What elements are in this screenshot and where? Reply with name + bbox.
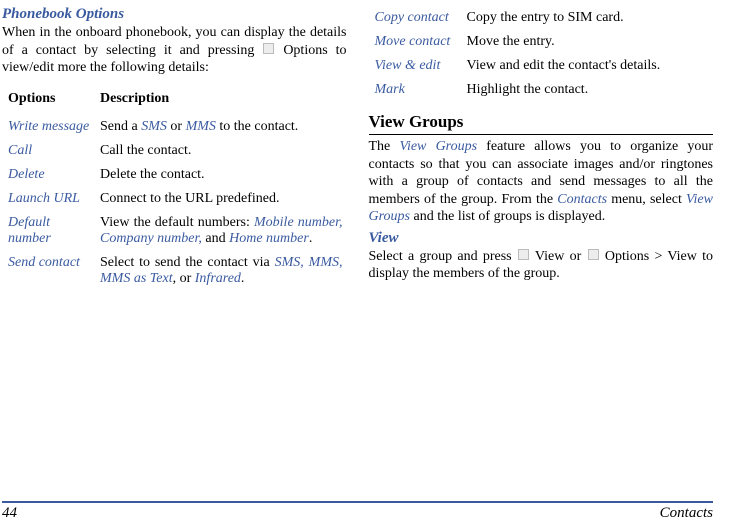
para-text: menu, select (607, 192, 686, 207)
page-footer: 44 Contacts (2, 501, 713, 522)
heading-rule (369, 134, 714, 135)
para-text: and the list of groups is displayed. (410, 209, 605, 224)
softkey-icon (518, 249, 529, 260)
option-label: Mark (375, 82, 405, 97)
th-description: Description (94, 87, 347, 115)
page-number: 44 (2, 505, 17, 522)
table-row: Copy contact Copy the entry to SIM card. (369, 6, 714, 30)
table-row: View & edit View and edit the contact's … (369, 54, 714, 78)
view-text-mid: View or (530, 249, 587, 264)
table-row: Delete Delete the contact. (2, 163, 347, 187)
link-text: View Groups (399, 139, 477, 154)
view-subheading: View (369, 230, 714, 247)
option-label: Delete (8, 167, 45, 182)
desc-text: to the contact. (216, 119, 298, 134)
desc-text: View and edit the contact's details. (461, 54, 714, 78)
desc-text: Call the contact. (94, 139, 347, 163)
view-paragraph: Select a group and press View or Options… (369, 248, 714, 283)
table-row: Default number View the default numbers:… (2, 211, 347, 251)
table-row: Launch URL Connect to the URL predefined… (2, 187, 347, 211)
desc-text: Move the entry. (461, 30, 714, 54)
desc-text: . (241, 271, 245, 286)
desc-text: Delete the contact. (94, 163, 347, 187)
desc-text: View the default numbers: (100, 215, 254, 230)
option-label: Launch URL (8, 191, 80, 206)
options-table-right: Copy contact Copy the entry to SIM card.… (369, 6, 714, 102)
table-row: Write message Send a SMS or MMS to the c… (2, 115, 347, 139)
desc-text: Highlight the contact. (461, 78, 714, 102)
view-groups-heading: View Groups (369, 112, 714, 132)
table-row: Send contact Select to send the contact … (2, 251, 347, 291)
th-options: Options (2, 87, 94, 115)
option-label: Move contact (375, 34, 451, 49)
softkey-icon (588, 249, 599, 260)
view-groups-paragraph: The View Groups feature allows you to or… (369, 138, 714, 226)
desc-text: , or (173, 271, 195, 286)
option-label: Default number (8, 215, 51, 246)
table-row: Call Call the contact. (2, 139, 347, 163)
desc-text: or (167, 119, 186, 134)
desc-text: Copy the entry to SIM card. (461, 6, 714, 30)
desc-text: Send a (100, 119, 141, 134)
option-label: Copy contact (375, 10, 449, 25)
intro-paragraph: When in the onboard phonebook, you can d… (2, 24, 347, 77)
link-text: Contacts (557, 192, 607, 207)
desc-text: Connect to the URL predefined. (94, 187, 347, 211)
footer-rule (2, 501, 713, 503)
table-row: Mark Highlight the contact. (369, 78, 714, 102)
option-label: Call (8, 143, 32, 158)
option-label: Write message (8, 119, 89, 134)
desc-text: and (202, 231, 229, 246)
footer-section: Contacts (660, 505, 713, 522)
option-label: Send contact (8, 255, 80, 270)
option-label: View & edit (375, 58, 441, 73)
desc-text: . (309, 231, 313, 246)
options-table-left: Options Description Write message Send a… (2, 87, 347, 291)
link-text: SMS (141, 119, 167, 134)
view-text-a: Select a group and press (369, 249, 517, 264)
phonebook-options-heading: Phonebook Options (2, 6, 347, 23)
para-text: The (369, 139, 400, 154)
table-row: Move contact Move the entry. (369, 30, 714, 54)
link-text: Infrared (195, 271, 241, 286)
desc-text: Select to send the contact via (100, 255, 275, 270)
link-text: MMS (186, 119, 216, 134)
link-text: Home number (229, 231, 309, 246)
softkey-icon (263, 43, 274, 54)
